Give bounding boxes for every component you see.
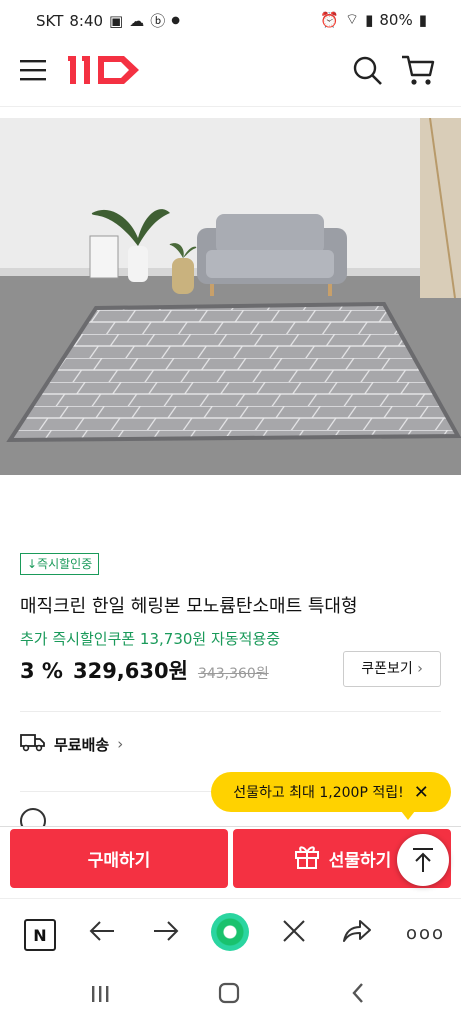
status-left: SKT 8:40 ▣ ☁ ⓑ ● bbox=[36, 10, 180, 31]
coupon-info: 추가 즉시할인쿠폰 13,730원 자동적용중 bbox=[20, 630, 280, 648]
instant-discount-badge: ↓즉시할인중 bbox=[20, 553, 100, 575]
coupon-view-button[interactable]: 쿠폰보기 › bbox=[343, 651, 441, 687]
cart-icon[interactable] bbox=[400, 53, 436, 91]
home-icon[interactable] bbox=[218, 982, 240, 1008]
chevron-right-icon: › bbox=[117, 735, 124, 753]
green-dot-icon[interactable] bbox=[211, 913, 249, 951]
delivery-label: 무료배송 bbox=[54, 735, 110, 754]
signal-icon: ▮ bbox=[365, 10, 374, 29]
close-icon[interactable] bbox=[280, 917, 308, 945]
alarm-icon: ⏰ bbox=[320, 10, 340, 29]
battery-icon: ▮ bbox=[418, 10, 427, 29]
carrier-label: SKT bbox=[36, 11, 64, 30]
coupon-view-label: 쿠폰보기 bbox=[361, 661, 413, 677]
buy-button[interactable]: 구매하기 bbox=[10, 829, 228, 888]
gift-label: 선물하기 bbox=[328, 851, 392, 871]
wifi-icon: ⌔ bbox=[345, 10, 360, 28]
arrow-up-icon bbox=[413, 848, 433, 872]
tooltip-tail bbox=[401, 811, 415, 820]
close-icon[interactable]: ✕ bbox=[414, 782, 429, 803]
system-nav-bar bbox=[0, 964, 461, 1024]
clock: 8:40 bbox=[69, 11, 104, 30]
b-app-icon: ⓑ bbox=[150, 12, 166, 30]
chevron-right-icon: › bbox=[417, 661, 423, 677]
back-arrow-icon[interactable] bbox=[88, 917, 116, 945]
forward-arrow-icon[interactable] bbox=[152, 917, 180, 945]
product-image[interactable] bbox=[0, 118, 461, 475]
sale-price: 329,630원 bbox=[72, 659, 188, 683]
price-row: 3 % 329,630원 343,360원 bbox=[20, 655, 269, 685]
delivery-row[interactable]: 무료배송 › bbox=[20, 732, 123, 756]
buy-label: 구매하기 bbox=[87, 851, 151, 871]
section-divider bbox=[20, 711, 441, 712]
app-header bbox=[0, 38, 461, 107]
recent-apps-icon[interactable] bbox=[90, 984, 110, 1008]
cloud-icon: ☁ bbox=[129, 11, 145, 30]
battery-level: 80% bbox=[379, 10, 413, 29]
menu-icon[interactable] bbox=[20, 58, 46, 86]
search-icon[interactable] bbox=[352, 55, 384, 91]
status-bar: SKT 8:40 ▣ ☁ ⓑ ● ⏰ ⌔ ▮ 80% ▮ bbox=[0, 0, 461, 38]
dot-icon: ● bbox=[171, 15, 180, 26]
status-right: ⏰ ⌔ ▮ 80% ▮ bbox=[320, 10, 427, 29]
back-icon[interactable] bbox=[350, 982, 366, 1008]
brand-logo[interactable] bbox=[68, 53, 140, 91]
browser-toolbar: N ooo bbox=[0, 898, 461, 965]
naver-icon[interactable]: N bbox=[24, 919, 56, 951]
scroll-top-button[interactable] bbox=[397, 834, 449, 886]
gallery-icon: ▣ bbox=[109, 11, 124, 30]
tooltip-text: 선물하고 최대 1,200P 적립! bbox=[233, 785, 404, 801]
share-arrow-icon[interactable] bbox=[342, 917, 372, 945]
gift-point-tooltip: 선물하고 최대 1,200P 적립! ✕ bbox=[211, 772, 451, 820]
original-price: 343,360원 bbox=[197, 666, 269, 682]
gift-icon bbox=[293, 842, 321, 875]
product-title: 매직크린 한일 헤링본 모노륨탄소매트 특대형 bbox=[20, 596, 358, 617]
truck-icon bbox=[20, 732, 46, 756]
more-icon[interactable]: ooo bbox=[406, 923, 445, 944]
discount-rate: 3 % bbox=[20, 659, 63, 683]
